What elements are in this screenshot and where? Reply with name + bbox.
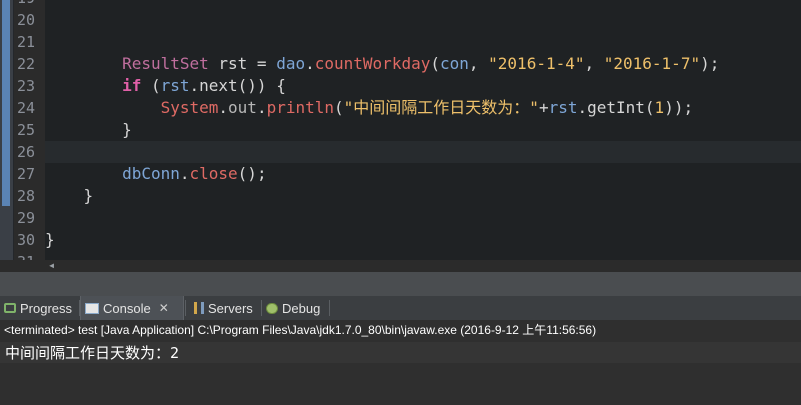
line-number: 19 xyxy=(14,0,35,9)
code-token: rst = xyxy=(208,54,277,73)
view-splitter[interactable] xyxy=(0,272,801,296)
code-text: } xyxy=(45,229,55,251)
code-token: out xyxy=(228,98,257,117)
code-token: "中间间隔工作日天数为：" xyxy=(343,98,539,117)
code-token: if xyxy=(122,76,142,95)
debug-icon xyxy=(266,302,278,314)
code-token: ); xyxy=(700,54,720,73)
line-number: 20 xyxy=(16,11,35,29)
editor-marker-bar xyxy=(0,0,14,272)
code-token: rst xyxy=(548,98,578,117)
code-token: .getInt( xyxy=(577,98,655,117)
code-token: + xyxy=(538,98,549,117)
tab-divider xyxy=(329,300,330,316)
tab-divider xyxy=(185,300,186,316)
scroll-left-icon[interactable]: ◂ xyxy=(48,258,55,272)
progress-icon xyxy=(4,303,16,313)
code-text: } xyxy=(45,185,94,207)
code-token: close xyxy=(189,164,238,183)
code-line[interactable] xyxy=(45,9,801,31)
code-token: )); xyxy=(664,98,694,117)
code-token: , xyxy=(468,54,489,73)
servers-icon xyxy=(194,302,204,314)
code-token: ( xyxy=(141,76,161,95)
code-token: ResultSet xyxy=(122,54,209,73)
code-line-current[interactable] xyxy=(45,141,801,163)
code-text: } xyxy=(45,119,132,141)
code-token: 1 xyxy=(654,98,665,117)
code-text: System.out.println("中间间隔工作日天数为："+rst.get… xyxy=(45,97,694,119)
tab-debug-label: Debug xyxy=(282,300,321,316)
code-token: con xyxy=(439,54,469,73)
code-line[interactable] xyxy=(45,0,801,9)
code-editor[interactable]: 19202122232425262728293031 ResultSet rst… xyxy=(0,0,801,272)
console-view[interactable]: <terminated> test [Java Application] C:\… xyxy=(0,320,801,405)
code-line[interactable]: System.out.println("中间间隔工作日天数为："+rst.get… xyxy=(45,97,801,119)
code-token: println xyxy=(266,98,335,117)
code-token: countWorkday xyxy=(314,54,431,73)
code-token: , xyxy=(584,54,604,73)
line-number: 30 xyxy=(16,231,35,249)
code-line[interactable]: } xyxy=(45,229,801,251)
close-icon[interactable]: ✕ xyxy=(159,301,169,315)
tab-servers[interactable]: Servers xyxy=(190,296,260,320)
code-line[interactable]: } xyxy=(45,185,801,207)
code-line[interactable] xyxy=(45,31,801,53)
code-token: "2016-1-7" xyxy=(603,54,701,73)
code-area[interactable]: ResultSet rst = dao.countWorkday(con, "2… xyxy=(45,0,801,272)
console-output-line: 中间间隔工作日天数为：2 xyxy=(5,344,180,362)
code-text: dbConn.close(); xyxy=(45,163,267,185)
line-number: 28 xyxy=(16,187,35,205)
line-number: 24 xyxy=(16,99,35,117)
line-number: 22 xyxy=(16,55,35,73)
code-text: ResultSet rst = dao.countWorkday(con, "2… xyxy=(45,53,719,75)
code-line[interactable] xyxy=(45,207,801,229)
tab-console-label: Console xyxy=(103,300,151,316)
code-token: } xyxy=(45,186,94,205)
code-token: .next()) { xyxy=(189,76,286,95)
tab-progress-label: Progress xyxy=(20,300,73,316)
code-token: . xyxy=(305,54,315,73)
code-token: . xyxy=(179,164,190,183)
code-token: ( xyxy=(334,98,344,117)
bottom-view-tabbar: Progress Console ✕ Servers Debug xyxy=(0,296,801,321)
horizontal-scrollbar[interactable]: ◂ xyxy=(0,258,801,272)
fold-range-marker xyxy=(2,0,10,206)
code-token: dao xyxy=(276,54,306,73)
line-number: 25 xyxy=(16,121,35,139)
code-token: "2016-1-4" xyxy=(488,54,585,73)
console-status-line: <terminated> test [Java Application] C:\… xyxy=(4,323,597,337)
line-number: 29 xyxy=(16,209,35,227)
line-number: 27 xyxy=(16,165,35,183)
tab-progress[interactable]: Progress xyxy=(0,296,78,320)
code-token: } xyxy=(45,230,55,249)
line-number: 23 xyxy=(16,77,35,95)
console-icon xyxy=(85,302,99,314)
code-line[interactable]: } xyxy=(45,119,801,141)
tab-console[interactable]: Console ✕ xyxy=(80,296,184,320)
line-number: 26 xyxy=(16,143,35,161)
line-number: 21 xyxy=(16,33,35,51)
code-text: if (rst.next()) { xyxy=(45,75,286,97)
code-line[interactable]: if (rst.next()) { xyxy=(45,75,801,97)
code-token: rst xyxy=(160,76,190,95)
code-token: ( xyxy=(430,54,440,73)
line-number-gutter: 19202122232425262728293031 xyxy=(14,0,45,272)
code-token: . xyxy=(218,98,229,117)
tab-debug[interactable]: Debug xyxy=(262,296,328,320)
code-token: . xyxy=(256,98,267,117)
code-token: } xyxy=(45,120,132,139)
code-line[interactable]: ResultSet rst = dao.countWorkday(con, "2… xyxy=(45,53,801,75)
code-token: dbConn xyxy=(122,164,180,183)
code-line[interactable]: dbConn.close(); xyxy=(45,163,801,185)
code-token: (); xyxy=(237,164,267,183)
tab-servers-label: Servers xyxy=(208,300,253,316)
code-token: System xyxy=(160,98,219,117)
